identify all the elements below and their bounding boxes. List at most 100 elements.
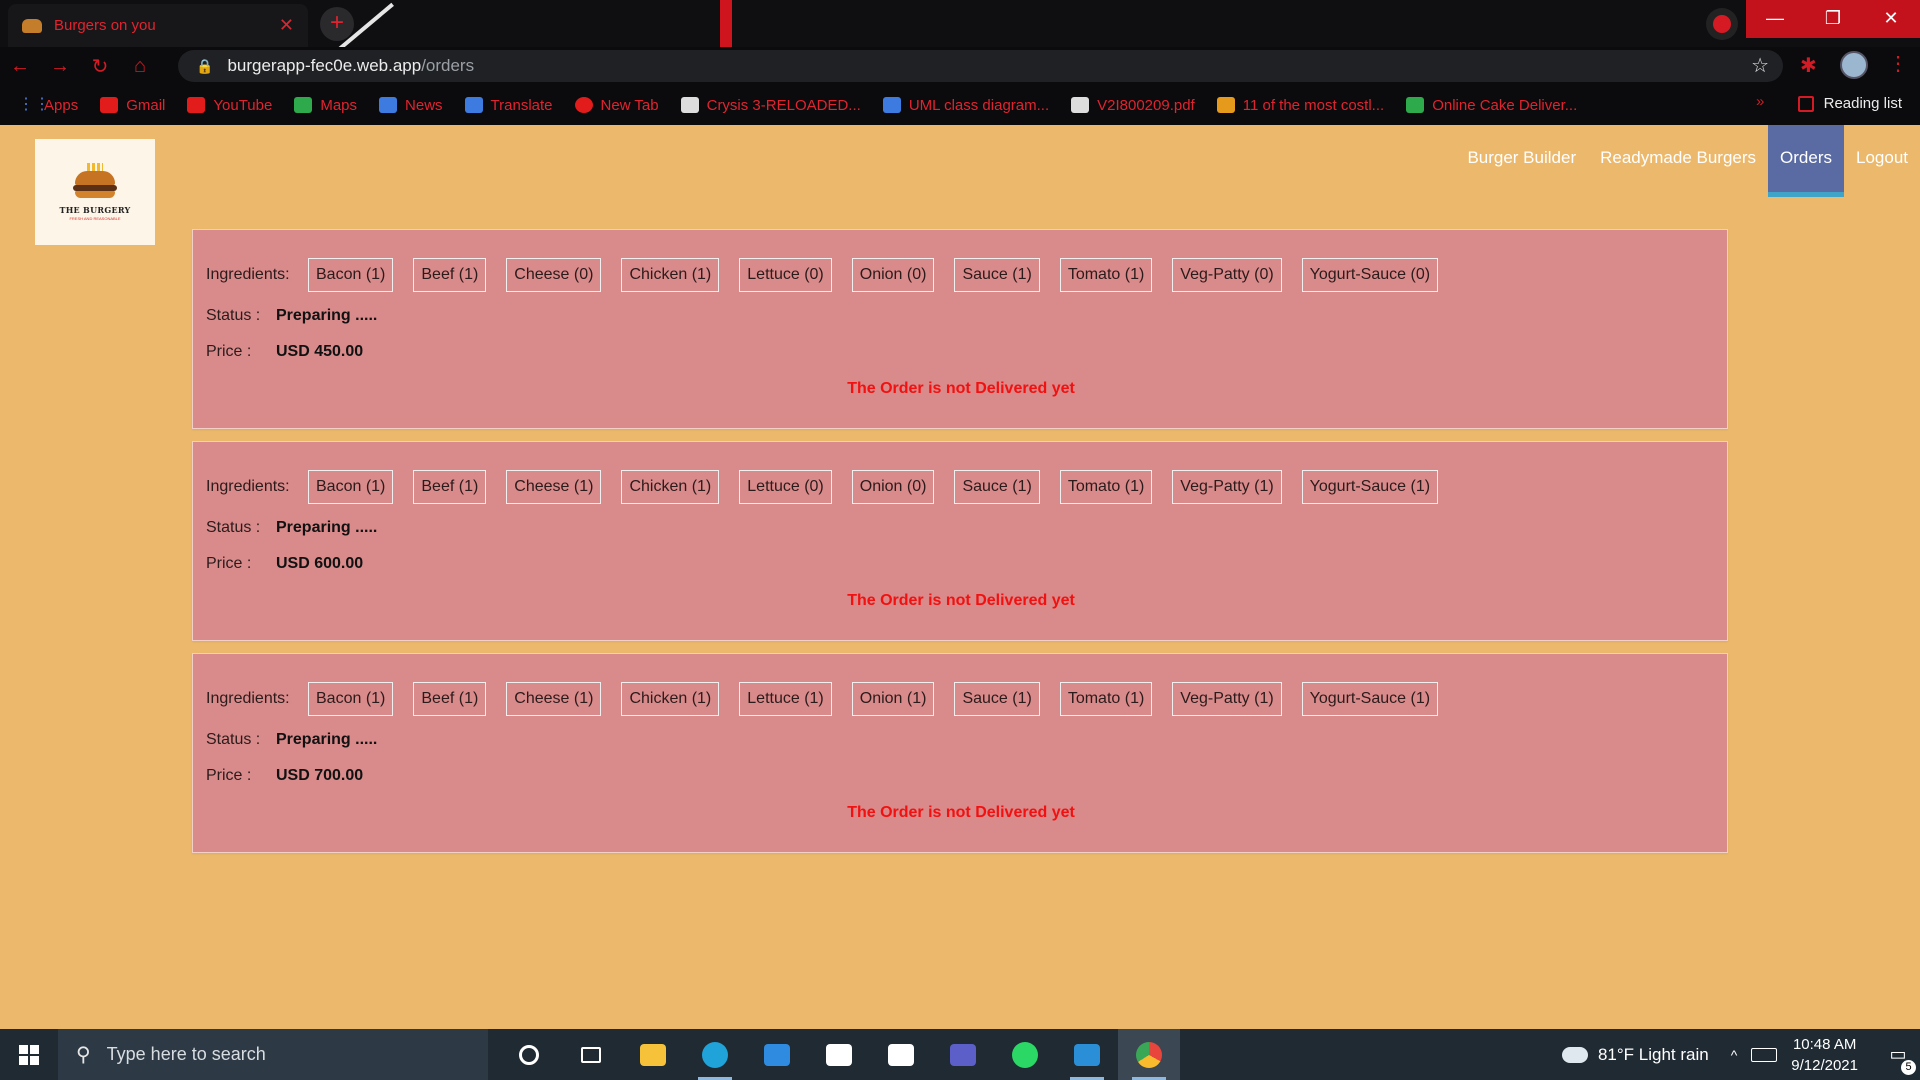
main-nav: Burger Builder Readymade Burgers Orders … xyxy=(1455,125,1920,197)
system-tray: 81°F Light rain ^ 10:48 AM 9/12/2021 ▭ 5 xyxy=(1561,1029,1920,1080)
back-arrow-icon[interactable]: ← xyxy=(0,55,40,78)
reading-list-label: Reading list xyxy=(1823,95,1902,112)
burgery-logo[interactable]: THE BURGERY FRESH AND REASONABLE xyxy=(35,139,155,245)
ingredient-chip: Veg-Patty (1) xyxy=(1172,470,1282,504)
cake-icon xyxy=(1406,97,1425,113)
search-placeholder: Type here to search xyxy=(106,1044,266,1064)
teams-taskbar-button[interactable] xyxy=(932,1029,994,1080)
pdf-icon xyxy=(1071,97,1090,113)
address-bar[interactable]: 🔒 burgerapp-fec0e.web.app/orders ☆ xyxy=(178,50,1783,82)
price-row: Price : USD 600.00 xyxy=(206,550,1727,578)
mail-taskbar-button[interactable] xyxy=(746,1029,808,1080)
store-taskbar-button[interactable] xyxy=(808,1029,870,1080)
status-value: Preparing ..... xyxy=(276,519,378,536)
orders-list: Ingredients: Bacon (1) Beef (1) Cheese (0) C… xyxy=(192,229,1728,865)
bookmark-new-tab[interactable]: New Tab xyxy=(574,96,659,114)
status-label: Status : xyxy=(206,731,261,748)
profile-avatar[interactable] xyxy=(1840,51,1868,79)
ingredient-chip: Tomato (1) xyxy=(1059,258,1153,292)
ingredient-chip: Chicken (1) xyxy=(621,258,720,292)
start-button[interactable] xyxy=(0,1029,58,1080)
taskbar-search[interactable]: ⚲ Type here to search xyxy=(58,1029,488,1080)
logo-tagline: FRESH AND REASONABLE xyxy=(69,216,121,221)
bookmark-label: UML class diagram... xyxy=(908,96,1050,114)
status-row: Status : Preparing ..... xyxy=(206,302,1727,330)
ingredient-chip: Veg-Patty (0) xyxy=(1172,258,1282,292)
nav-readymade-burgers[interactable]: Readymade Burgers xyxy=(1588,125,1768,197)
extension-icon[interactable] xyxy=(1706,8,1738,40)
ingredient-chip: Chicken (1) xyxy=(621,682,720,716)
clock[interactable]: 10:48 AM 9/12/2021 xyxy=(1791,1034,1858,1076)
bookmark-label: News xyxy=(405,96,443,114)
bookmark-maps[interactable]: Maps xyxy=(294,97,357,114)
amazon-icon xyxy=(888,1043,914,1066)
tab-title: Burgers on you xyxy=(54,17,156,34)
bookmark-cake[interactable]: Online Cake Deliver... xyxy=(1406,97,1577,114)
bookmark-pdf[interactable]: V2I800209.pdf xyxy=(1071,97,1195,114)
cloud-rain-icon[interactable] xyxy=(1561,1046,1588,1063)
bookmarks-more-icon[interactable]: » xyxy=(1756,93,1764,110)
windows-logo-icon xyxy=(19,1044,39,1065)
order-card: Ingredients: Bacon (1) Beef (1) Cheese (1) C… xyxy=(192,441,1728,641)
chrome-taskbar-button[interactable] xyxy=(1118,1029,1180,1080)
bookmark-youtube[interactable]: YouTube xyxy=(187,97,272,114)
ingredient-chip: Onion (0) xyxy=(851,258,935,292)
price-value: USD 700.00 xyxy=(276,767,364,784)
chevron-up-icon[interactable]: ^ xyxy=(1731,1047,1738,1063)
bookmark-label: YouTube xyxy=(213,96,273,114)
vscode-taskbar-button[interactable] xyxy=(1056,1029,1118,1080)
status-row: Status : Preparing ..... xyxy=(206,514,1727,542)
menu-kebab-icon[interactable]: ⋮ xyxy=(1888,51,1908,76)
restore-button[interactable]: ❐ xyxy=(1804,0,1862,38)
ingredients-label: Ingredients: xyxy=(206,478,290,495)
tab-close-icon[interactable]: ✕ xyxy=(279,15,294,36)
vscode-icon xyxy=(1074,1043,1100,1066)
status-label: Status : xyxy=(206,519,261,536)
amazon-taskbar-button[interactable] xyxy=(870,1029,932,1080)
bookmark-label: New Tab xyxy=(600,96,659,114)
minimize-button[interactable]: — xyxy=(1746,0,1804,38)
bookmark-label: Online Cake Deliver... xyxy=(1432,96,1578,114)
extensions-puzzle-icon[interactable]: ✱ xyxy=(1800,53,1817,78)
bookmark-translate[interactable]: Translate xyxy=(464,97,553,114)
ingredient-chip: Bacon (1) xyxy=(308,682,394,716)
file-explorer-taskbar-button[interactable] xyxy=(622,1029,684,1080)
edge-taskbar-button[interactable] xyxy=(684,1029,746,1080)
maps-icon xyxy=(294,97,313,113)
windows-taskbar: ⚲ Type here to search 81°F Light rain ^ … xyxy=(0,1029,1920,1080)
reading-list-button[interactable]: Reading list xyxy=(1797,95,1902,112)
browser-tab[interactable]: Burgers on you ✕ xyxy=(8,4,308,47)
weather-text[interactable]: 81°F Light rain xyxy=(1598,1045,1709,1065)
close-window-button[interactable]: ✕ xyxy=(1862,0,1920,38)
bookmark-article[interactable]: 11 of the most costl... xyxy=(1216,97,1384,114)
bookmark-gmail[interactable]: Gmail xyxy=(100,97,165,114)
nav-logout[interactable]: Logout xyxy=(1844,125,1920,197)
reload-icon[interactable]: ↻ xyxy=(80,54,120,79)
ingredient-chip: Sauce (1) xyxy=(954,470,1040,504)
keyboard-icon[interactable] xyxy=(1751,1047,1778,1062)
notification-center-icon[interactable]: ▭ 5 xyxy=(1876,1044,1920,1075)
price-value: USD 450.00 xyxy=(276,343,364,360)
nav-burger-builder[interactable]: Burger Builder xyxy=(1455,125,1588,197)
whatsapp-taskbar-button[interactable] xyxy=(994,1029,1056,1080)
bookmark-crysis[interactable]: Crysis 3-RELOADED... xyxy=(680,97,861,114)
chrome-icon xyxy=(1136,1041,1162,1068)
price-label: Price : xyxy=(206,343,252,360)
delivery-status: The Order is not Delivered yet xyxy=(847,592,1075,609)
bookmark-uml[interactable]: UML class diagram... xyxy=(882,96,1050,114)
cortana-taskbar-button[interactable] xyxy=(498,1029,560,1080)
home-icon[interactable]: ⌂ xyxy=(120,55,160,78)
forward-arrow-icon[interactable]: → xyxy=(40,55,80,78)
youtube-icon xyxy=(187,97,206,113)
wallpaper-streak-red xyxy=(720,0,732,47)
lock-icon[interactable]: 🔒 xyxy=(196,58,213,75)
translate-icon xyxy=(464,97,483,113)
task-view-taskbar-button[interactable] xyxy=(560,1029,622,1080)
nav-orders[interactable]: Orders xyxy=(1768,125,1844,197)
burger-logo-icon xyxy=(73,163,117,199)
bookmark-star-icon[interactable]: ☆ xyxy=(1751,53,1769,78)
bookmark-news[interactable]: News xyxy=(379,97,443,114)
bookmark-apps[interactable]: ⋮⋮ Apps xyxy=(18,97,78,114)
url-path: /orders xyxy=(421,56,475,75)
new-tab-button[interactable]: + xyxy=(320,7,354,41)
